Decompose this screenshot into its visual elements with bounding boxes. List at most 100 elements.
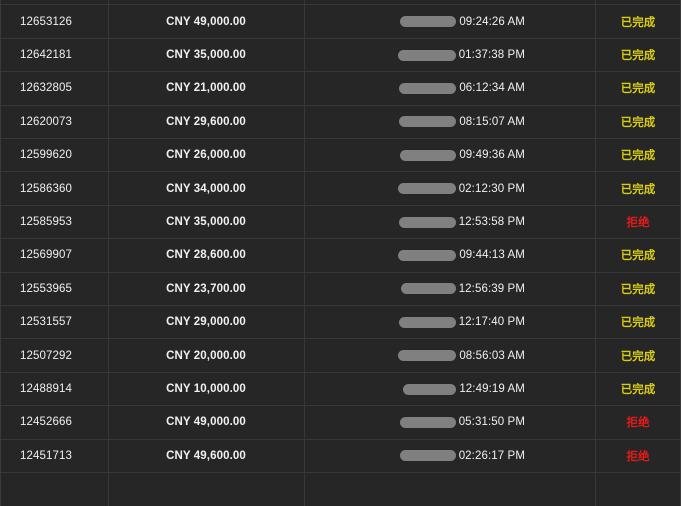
transaction-time-cell: 12:17:40 PM	[304, 306, 595, 338]
transaction-id: 12452666	[20, 416, 72, 429]
transaction-time-cell: 02:26:17 PM	[304, 440, 595, 472]
status-badge: 拒绝	[626, 417, 650, 430]
transaction-time-cell: 08:56:03 AM	[304, 339, 595, 371]
transaction-time: 12:56:39 PM	[458, 282, 525, 295]
table-row[interactable]: 12553965 CNY 23,700.00 12:56:39 PM 已完成	[1, 273, 680, 307]
redacted-name	[398, 216, 456, 228]
redacted-name	[403, 383, 457, 395]
transaction-id: 12585953	[20, 216, 72, 229]
transaction-time-cell: 09:44:13 AM	[304, 239, 595, 271]
redacted-name	[400, 283, 456, 295]
redacted-name	[399, 82, 457, 94]
transaction-amount: CNY 10,000.00	[166, 383, 246, 396]
transaction-id: 12599620	[20, 149, 72, 162]
redacted-name	[398, 249, 457, 261]
table-row[interactable]: 12507292 CNY 20,000.00 08:56:03 AM 已完成	[1, 339, 680, 373]
transaction-time-cell: 06:12:34 AM	[304, 72, 595, 104]
transaction-amount: CNY 35,000.00	[166, 49, 246, 62]
transaction-amount: CNY 29,000.00	[166, 316, 246, 329]
status-badge: 已完成	[620, 50, 656, 63]
redacted-name	[400, 149, 457, 161]
table-body: 12674301CNY 28,000.0010:31:20 AM已完成12653…	[1, 0, 680, 474]
transaction-id: 12642181	[20, 49, 72, 62]
transaction-time-cell: 02:12:30 PM	[304, 172, 595, 204]
status-badge: 拒绝	[626, 450, 650, 463]
transaction-time-cell: 08:15:07 AM	[304, 106, 595, 138]
table-row[interactable]: 12586360 CNY 34,000.00 02:12:30 PM 已完成	[1, 172, 680, 206]
transaction-amount: CNY 49,000.00	[166, 416, 246, 429]
status-badge: 已完成	[620, 250, 656, 263]
redacted-name	[399, 450, 456, 462]
status-badge: 已完成	[620, 384, 656, 397]
transaction-time-cell: 12:49:19 AM	[304, 373, 595, 405]
transaction-time: 09:24:26 AM	[459, 15, 525, 28]
status-badge: 已完成	[620, 183, 656, 196]
transaction-time-cell: 10:31:20 AM	[304, 0, 595, 4]
table-row[interactable]: 12531557 CNY 29,000.00 12:17:40 PM 已完成	[1, 306, 680, 340]
status-badge: 已完成	[620, 317, 656, 330]
transaction-time: 08:56:03 AM	[459, 349, 525, 362]
table-row[interactable]: 12653126 CNY 49,000.00 09:24:26 AM 已完成	[1, 5, 680, 39]
transaction-time: 06:12:34 AM	[459, 82, 525, 95]
transaction-id: 12451713	[20, 449, 72, 462]
transaction-amount: CNY 20,000.00	[166, 349, 246, 362]
table-row[interactable]: 12585953 CNY 35,000.00 12:53:58 PM 拒绝	[1, 206, 680, 240]
redacted-name	[398, 350, 457, 362]
transaction-id: 12653126	[20, 15, 72, 28]
table-row[interactable]: 12599620 CNY 26,000.00 09:49:36 AM 已完成	[1, 139, 680, 173]
transaction-id: 12674301	[1, 0, 108, 4]
transaction-id: 12632805	[20, 82, 72, 95]
transaction-time-cell: 09:49:36 AM	[304, 139, 595, 171]
status-badge: 已完成	[595, 0, 680, 4]
transaction-id: 12586360	[20, 182, 72, 195]
transaction-time: 02:12:30 PM	[458, 182, 525, 195]
transaction-time-cell: 12:53:58 PM	[304, 206, 595, 238]
transaction-id: 12488914	[20, 383, 72, 396]
transaction-amount: CNY 28,000.00	[108, 0, 304, 4]
transaction-id: 12531557	[20, 316, 72, 329]
transaction-id: 12553965	[20, 282, 72, 295]
table-row[interactable]: 12620073 CNY 29,600.00 08:15:07 AM 已完成	[1, 106, 680, 140]
table-row[interactable]: 12569907 CNY 28,600.00 09:44:13 AM 已完成	[1, 239, 680, 273]
transaction-amount: CNY 35,000.00	[166, 216, 246, 229]
transaction-amount: CNY 21,000.00	[166, 82, 246, 95]
transaction-time: 02:26:17 PM	[458, 449, 525, 462]
redacted-name	[399, 416, 456, 428]
transaction-history-table: 12674301CNY 28,000.0010:31:20 AM已完成12653…	[0, 0, 681, 506]
transaction-amount: CNY 28,600.00	[166, 249, 246, 262]
transaction-time: 12:17:40 PM	[458, 316, 525, 329]
status-badge: 已完成	[620, 350, 656, 363]
table-row[interactable]: 12488914 CNY 10,000.00 12:49:19 AM 已完成	[1, 373, 680, 407]
transaction-time: 05:31:50 PM	[458, 416, 525, 429]
transaction-id: 12620073	[20, 115, 72, 128]
status-badge: 已完成	[620, 150, 656, 163]
transaction-amount: CNY 49,000.00	[166, 15, 246, 28]
status-badge: 已完成	[620, 283, 656, 296]
table-row[interactable]: 12452666 CNY 49,000.00 05:31:50 PM 拒绝	[1, 406, 680, 440]
status-badge: 已完成	[620, 16, 656, 29]
transaction-time-cell: 12:56:39 PM	[304, 273, 595, 305]
transaction-amount: CNY 34,000.00	[166, 182, 246, 195]
table-row[interactable]: 12632805 CNY 21,000.00 06:12:34 AM 已完成	[1, 72, 680, 106]
transaction-time-cell: 09:24:26 AM	[304, 5, 595, 37]
transaction-time: 12:53:58 PM	[458, 216, 525, 229]
transaction-time: 09:44:13 AM	[459, 249, 525, 262]
transaction-time: 12:49:19 AM	[459, 383, 525, 396]
redacted-name	[399, 116, 457, 128]
redacted-name	[397, 183, 456, 195]
redacted-name	[400, 16, 457, 28]
table-row[interactable]: 12642181 CNY 35,000.00 01:37:38 PM 已完成	[1, 39, 680, 73]
redacted-name	[397, 49, 456, 61]
status-badge: 已完成	[620, 116, 656, 129]
transaction-amount: CNY 26,000.00	[166, 149, 246, 162]
transaction-amount: CNY 23,700.00	[166, 282, 246, 295]
transaction-time: 09:49:36 AM	[459, 149, 525, 162]
status-badge: 已完成	[620, 83, 656, 96]
transaction-time-cell: 05:31:50 PM	[304, 406, 595, 438]
transaction-id: 12507292	[20, 349, 72, 362]
transaction-time: 01:37:38 PM	[458, 49, 525, 62]
status-badge: 拒绝	[626, 217, 650, 230]
transaction-amount: CNY 49,600.00	[166, 449, 246, 462]
transaction-id: 12569907	[20, 249, 72, 262]
table-row[interactable]: 12451713 CNY 49,600.00 02:26:17 PM 拒绝	[1, 440, 680, 474]
